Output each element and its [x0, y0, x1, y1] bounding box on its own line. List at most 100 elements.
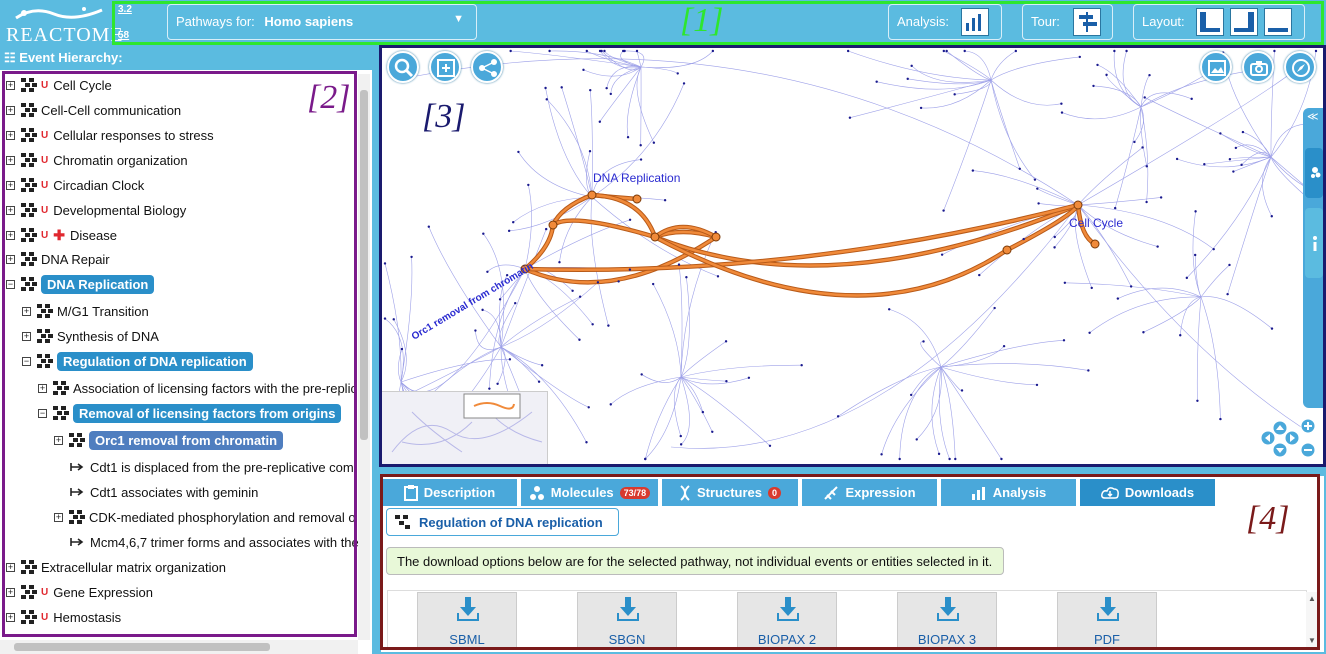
collapse-icon[interactable]: − [6, 279, 15, 289]
tab-downloads[interactable]: Downloads [1080, 479, 1217, 506]
diagram-node[interactable] [1022, 237, 1025, 241]
expand-icon[interactable]: + [22, 331, 31, 341]
expand-icon[interactable]: + [6, 562, 15, 572]
orc1-node-label[interactable]: Orc1 removal from chromatin [410, 261, 536, 343]
diagram-node[interactable] [639, 158, 643, 161]
expand-icon[interactable]: + [6, 612, 15, 622]
diagram-node[interactable] [482, 232, 485, 235]
expand-icon[interactable]: + [38, 383, 47, 393]
diagram-node[interactable] [512, 221, 515, 224]
diagram-node[interactable] [1063, 281, 1067, 284]
diagram-node[interactable] [1314, 49, 1318, 53]
diagram-node[interactable] [623, 49, 626, 53]
reactome-logo[interactable]: REACTOME [2, 2, 123, 46]
diagram-node[interactable] [598, 49, 602, 53]
tree-item[interactable]: − Removal of licensing factors from origi… [38, 402, 342, 424]
tree-item[interactable]: Mcm4,6,7 trimer forms and associates wit… [70, 531, 359, 553]
diagram-node[interactable] [937, 452, 941, 456]
diagram-node[interactable] [544, 86, 547, 90]
diagram-node[interactable] [1002, 344, 1006, 348]
diagram-node[interactable] [1241, 130, 1245, 134]
diagram-node[interactable] [942, 49, 946, 53]
highlighted-node[interactable] [1002, 245, 1012, 255]
diagram-node[interactable] [626, 136, 630, 139]
diagram-node[interactable] [1179, 334, 1182, 337]
diagram-node[interactable] [1018, 167, 1021, 170]
diagram-node[interactable] [685, 276, 688, 279]
diagram-node[interactable] [607, 324, 610, 327]
diagram-node[interactable] [954, 457, 957, 461]
diagram-node[interactable] [1078, 55, 1081, 59]
diagram-node[interactable] [427, 225, 431, 228]
diagram-node[interactable] [887, 308, 891, 311]
tree-item[interactable]: + Extracellular matrix organization [6, 556, 226, 578]
vertical-scroll-thumb[interactable] [360, 90, 368, 440]
diagram-node[interactable] [1035, 383, 1039, 387]
expand-icon[interactable]: + [6, 130, 15, 140]
diagram-node[interactable] [545, 98, 548, 101]
diagram-node[interactable] [1228, 158, 1232, 161]
diagram-node[interactable] [1036, 187, 1039, 190]
diagram-node[interactable] [846, 49, 850, 53]
diagram-node[interactable] [1105, 73, 1108, 77]
tab-structures[interactable]: Structures 0 [662, 479, 800, 506]
diagram-node[interactable] [1129, 285, 1133, 288]
diagram-node[interactable] [1190, 97, 1193, 101]
diagram-node[interactable] [1113, 206, 1117, 210]
tab-expression[interactable]: Expression [802, 479, 939, 506]
diagram-node[interactable] [711, 430, 714, 433]
diagram-node[interactable] [585, 441, 588, 444]
diagram-node[interactable] [1096, 63, 1099, 67]
diagram-node[interactable] [588, 150, 592, 153]
diagram-node[interactable] [682, 82, 686, 85]
tree-item[interactable]: Cdt1 associates with geminin [70, 481, 258, 503]
diagram-node[interactable] [605, 86, 608, 90]
tree-item[interactable]: + U Chromatin organization [6, 149, 188, 171]
tree-item[interactable]: + CDK-mediated phosphorylation and remova… [54, 506, 356, 528]
diagram-node[interactable] [679, 443, 683, 446]
diagram-node[interactable] [537, 380, 541, 383]
diagram-node[interactable] [578, 338, 581, 341]
expand-icon[interactable]: + [6, 180, 15, 190]
highlighted-node[interactable] [650, 232, 660, 242]
diagram-node[interactable] [725, 379, 728, 383]
diagram-node[interactable] [609, 92, 612, 96]
diagram-node[interactable] [1145, 165, 1148, 168]
diagram-node[interactable] [640, 373, 643, 376]
diagram-node[interactable] [1000, 457, 1003, 461]
diagram-node[interactable] [1196, 399, 1199, 402]
tree-item[interactable]: + Orc1 removal from chromatin [54, 429, 284, 451]
expand-icon[interactable]: + [54, 435, 63, 445]
diagram-node[interactable] [940, 253, 944, 256]
diagram-node[interactable] [558, 261, 561, 264]
diagram-node[interactable] [1156, 245, 1159, 248]
tree-item[interactable]: + U Cellular responses to stress [6, 124, 214, 146]
diagram-node[interactable] [598, 120, 602, 123]
collapse-icon[interactable]: − [22, 356, 31, 366]
diagram-node[interactable] [1273, 49, 1276, 53]
diagram-node[interactable] [596, 281, 600, 284]
diagram-node[interactable] [747, 376, 751, 379]
diagram-node[interactable] [701, 410, 705, 414]
diagram-node[interactable] [679, 434, 682, 438]
diagram-node[interactable] [651, 282, 655, 286]
diagram-node[interactable] [716, 275, 720, 278]
diagram-node[interactable] [496, 382, 499, 385]
tab-molecules[interactable]: Molecules 73/78 [521, 479, 660, 506]
diagram-node[interactable] [410, 255, 413, 259]
diagram-node[interactable] [1194, 210, 1197, 213]
diagram-node[interactable] [527, 183, 530, 187]
diagram-node[interactable] [1219, 417, 1222, 421]
diagram-node[interactable] [945, 49, 948, 53]
diagram-node[interactable] [508, 358, 512, 361]
diagram-node[interactable] [1234, 146, 1238, 150]
diagram-node[interactable] [582, 68, 585, 72]
diagram-node[interactable] [1125, 49, 1128, 53]
tree-item[interactable]: − Regulation of DNA replication [22, 350, 253, 372]
highlighted-node[interactable] [548, 220, 558, 230]
selected-pathway-title[interactable]: Regulation of DNA replication [386, 508, 619, 536]
diagram-node[interactable] [488, 387, 491, 390]
diagram-node[interactable] [400, 347, 404, 351]
diagram-node[interactable] [1033, 178, 1037, 181]
diagram-thumbnail[interactable] [381, 391, 548, 465]
